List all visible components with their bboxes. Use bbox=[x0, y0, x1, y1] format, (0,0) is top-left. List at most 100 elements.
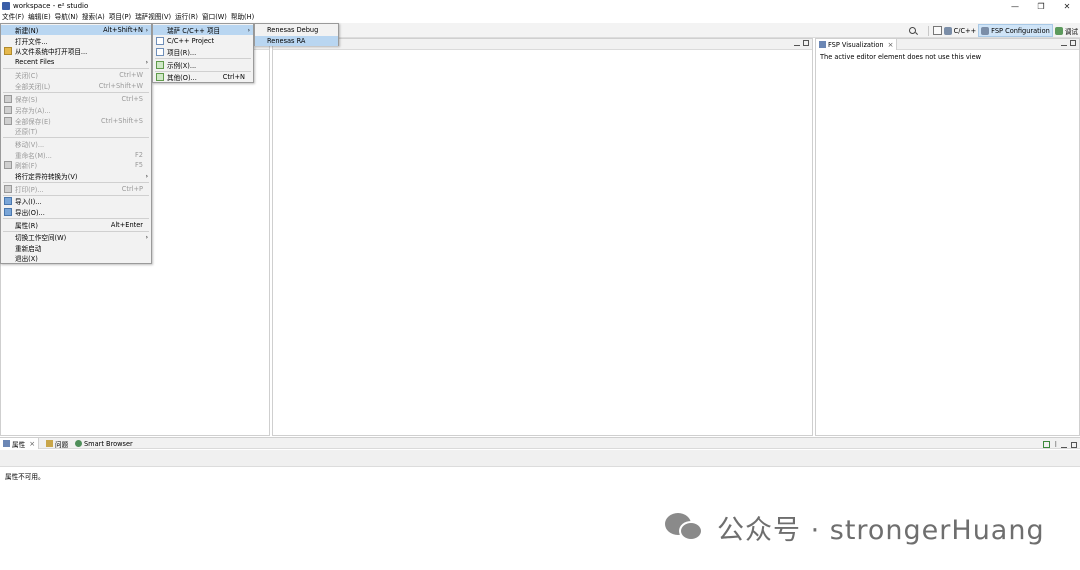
folder-icon bbox=[4, 47, 12, 55]
fsp-panel-message: The active editor element does not use t… bbox=[820, 53, 982, 61]
fsp-window-controls bbox=[1061, 40, 1076, 46]
menu-item-import[interactable]: 导入(I)... bbox=[1, 196, 151, 206]
minimize-icon[interactable] bbox=[794, 40, 800, 46]
print-icon bbox=[4, 185, 12, 193]
menu-item-new[interactable]: 新建(N) Alt+Shift+N › bbox=[1, 25, 151, 35]
properties-icon bbox=[3, 440, 10, 447]
menu-item-rename[interactable]: 重命名(M)... F2 bbox=[1, 150, 151, 160]
menu-item-move[interactable]: 移动(V)... bbox=[1, 139, 151, 149]
tab-label: 问题 bbox=[55, 440, 69, 449]
chevron-right-icon: › bbox=[145, 172, 148, 180]
menu-item-properties[interactable]: 属性(R) Alt+Enter bbox=[1, 220, 151, 230]
menu-item-other[interactable]: 其他(O)... Ctrl+N bbox=[153, 72, 253, 82]
menu-item-refresh[interactable]: 刷新(F) F5 bbox=[1, 160, 151, 170]
menu-item-project[interactable]: 项目(R)... bbox=[153, 47, 253, 57]
toolbar-separator bbox=[927, 25, 929, 36]
search-icon[interactable] bbox=[908, 26, 918, 36]
menu-item-close[interactable]: 关闭(C) Ctrl+W bbox=[1, 70, 151, 80]
project-icon bbox=[156, 48, 164, 56]
watermark-text: 公众号 · strongerHuang bbox=[717, 514, 1045, 546]
menu-bar: 文件(F) 编辑(E) 导航(N) 搜索(A) 项目(P) 瑞萨视图(V) 运行… bbox=[0, 12, 1080, 23]
menu-item-renesas-cpp-project[interactable]: 瑞萨 C/C++ 项目 › bbox=[153, 25, 253, 35]
pin-icon[interactable] bbox=[1043, 441, 1051, 448]
debug-perspective-icon bbox=[1054, 26, 1063, 35]
view-menu-icon[interactable]: ⁝ bbox=[1054, 440, 1057, 449]
tab-label: Smart Browser bbox=[84, 439, 133, 448]
menu-item-save-as[interactable]: 另存为(A)... bbox=[1, 105, 151, 115]
minimize-icon[interactable] bbox=[1061, 442, 1067, 448]
save-as-icon bbox=[4, 106, 12, 114]
menu-item-export[interactable]: 导出(O)... bbox=[1, 207, 151, 217]
menu-item-restart[interactable]: 重新启动 bbox=[1, 243, 151, 253]
maximize-icon[interactable] bbox=[1071, 441, 1077, 448]
close-button[interactable]: ✕ bbox=[1054, 0, 1080, 12]
menu-window[interactable]: 窗口(W) bbox=[200, 12, 229, 23]
restore-button[interactable]: ❐ bbox=[1028, 0, 1054, 12]
menu-item-renesas-ra[interactable]: Renesas RA bbox=[255, 36, 338, 46]
chevron-right-icon: › bbox=[247, 26, 250, 34]
menu-item-example[interactable]: 示例(X)... bbox=[153, 60, 253, 70]
renesas-cpp-submenu: Renesas Debug Renesas RA bbox=[254, 23, 339, 46]
fsp-panel-header: FSP Visualization × bbox=[816, 39, 1079, 50]
menu-item-close-all[interactable]: 全部关闭(L) Ctrl+Shift+W bbox=[1, 81, 151, 91]
menu-item-renesas-debug[interactable]: Renesas Debug bbox=[255, 25, 338, 35]
cpp-perspective-icon bbox=[943, 26, 952, 35]
close-icon[interactable]: × bbox=[888, 41, 894, 49]
minimize-icon[interactable] bbox=[1061, 40, 1067, 46]
menu-separator bbox=[155, 58, 251, 59]
menu-item-save-all[interactable]: 全部保存(E) Ctrl+Shift+S bbox=[1, 116, 151, 126]
perspective-switcher: C/C++ FSP Configuration 调试 bbox=[908, 23, 1080, 38]
new-submenu: 瑞萨 C/C++ 项目 › C/C++ Project 项目(R)... 示例(… bbox=[152, 23, 254, 83]
perspective-fsp-configuration[interactable]: FSP Configuration bbox=[978, 24, 1053, 37]
maximize-icon[interactable] bbox=[1070, 40, 1076, 46]
menu-edit[interactable]: 编辑(E) bbox=[26, 12, 53, 23]
chevron-right-icon: › bbox=[145, 233, 148, 241]
menu-run[interactable]: 运行(R) bbox=[173, 12, 200, 23]
window-controls: — ❐ ✕ bbox=[1002, 0, 1080, 12]
tab-problems[interactable]: 问题 bbox=[43, 438, 71, 449]
menu-search[interactable]: 搜索(A) bbox=[80, 12, 107, 23]
menu-navigate[interactable]: 导航(N) bbox=[53, 12, 80, 23]
fsp-visualization-icon bbox=[819, 41, 826, 48]
refresh-icon bbox=[4, 161, 12, 169]
perspective-debug[interactable]: 调试 bbox=[1053, 24, 1080, 37]
tab-smart-browser[interactable]: Smart Browser bbox=[72, 438, 136, 449]
menu-item-print[interactable]: 打印(P)... Ctrl+P bbox=[1, 184, 151, 194]
tab-properties[interactable]: 属性 × bbox=[0, 438, 40, 449]
menu-renesas-views[interactable]: 瑞萨视图(V) bbox=[133, 12, 173, 23]
save-all-icon bbox=[4, 117, 12, 125]
chevron-right-icon: › bbox=[145, 26, 148, 34]
editor-window-controls bbox=[794, 40, 809, 46]
maximize-icon[interactable] bbox=[803, 40, 809, 46]
menu-file[interactable]: 文件(F) bbox=[0, 12, 26, 23]
menu-item-switch-workspace[interactable]: 切换工作空间(W) › bbox=[1, 232, 151, 243]
menu-separator bbox=[3, 218, 149, 219]
properties-toolbar-strip bbox=[0, 450, 1080, 467]
title-bar: workspace - e² studio — ❐ ✕ bbox=[0, 0, 1080, 12]
menu-item-revert[interactable]: 还原(T) bbox=[1, 126, 151, 136]
menu-item-exit[interactable]: 退出(X) bbox=[1, 253, 151, 263]
perspective-label: C/C++ bbox=[953, 26, 977, 35]
menu-item-recent-files[interactable]: Recent Files › bbox=[1, 57, 151, 67]
chevron-right-icon: › bbox=[145, 58, 148, 66]
menu-item-open-project-from-fs[interactable]: 从文件系统中打开项目... bbox=[1, 46, 151, 56]
menu-item-cpp-project[interactable]: C/C++ Project bbox=[153, 36, 253, 46]
perspective-label: 调试 bbox=[1064, 27, 1078, 36]
menu-separator bbox=[3, 68, 149, 69]
menu-help[interactable]: 帮助(H) bbox=[229, 12, 256, 23]
minimize-button[interactable]: — bbox=[1002, 0, 1028, 12]
tab-label: FSP Visualization bbox=[828, 40, 884, 49]
menu-item-open-file[interactable]: 打开文件... bbox=[1, 36, 151, 46]
menu-item-save[interactable]: 保存(S) Ctrl+S bbox=[1, 94, 151, 104]
close-icon[interactable]: × bbox=[29, 440, 35, 448]
fsp-perspective-icon bbox=[981, 26, 990, 35]
menu-project[interactable]: 项目(P) bbox=[107, 12, 133, 23]
wechat-icon bbox=[665, 511, 707, 543]
tab-label: 属性 bbox=[12, 440, 26, 449]
other-icon bbox=[156, 73, 164, 81]
tab-fsp-visualization[interactable]: FSP Visualization × bbox=[816, 39, 898, 50]
file-menu: 新建(N) Alt+Shift+N › 打开文件... 从文件系统中打开项目..… bbox=[0, 23, 152, 264]
menu-item-convert-line-delimiters[interactable]: 将行定界符转换为(V) › bbox=[1, 171, 151, 182]
perspective-cpp[interactable]: C/C++ bbox=[942, 24, 978, 37]
open-perspective-icon[interactable] bbox=[932, 26, 942, 35]
